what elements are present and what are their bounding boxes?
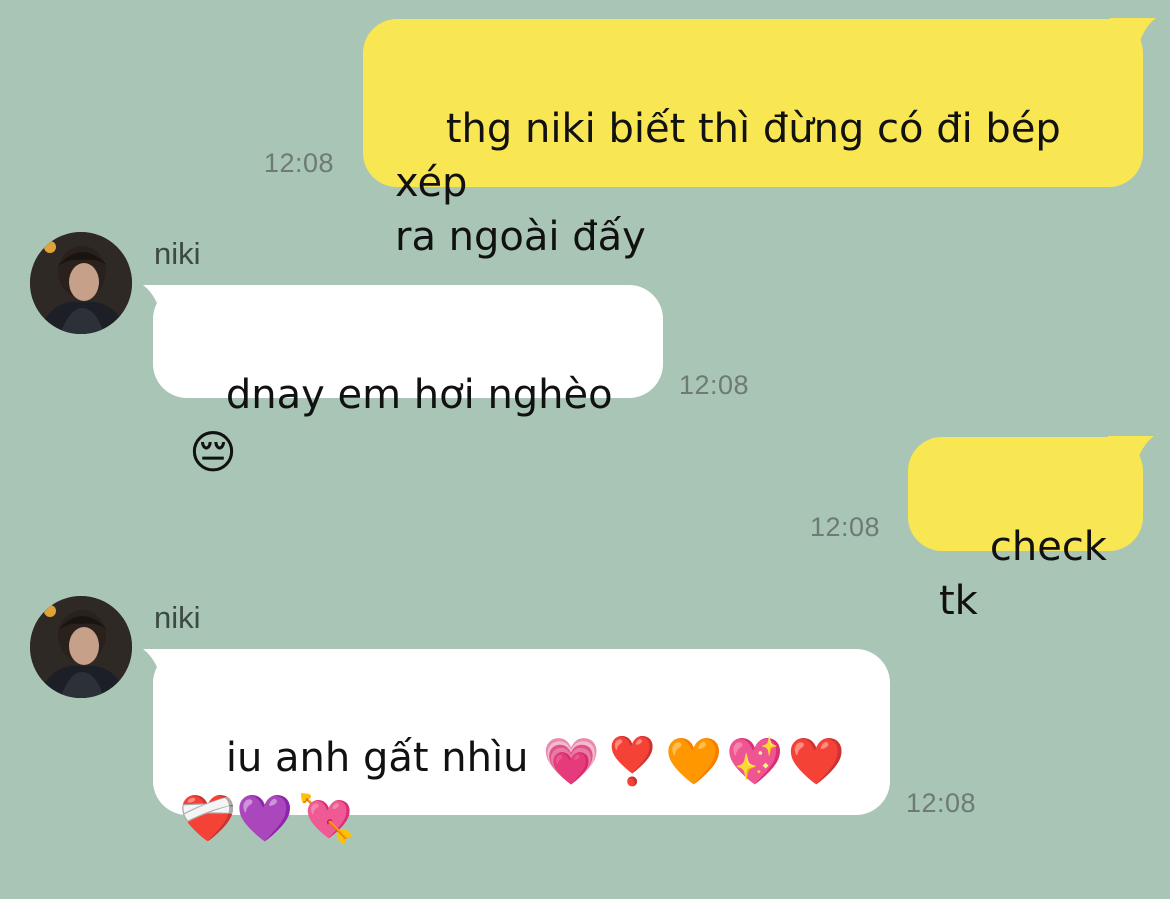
growing-heart-emoji: 💗 bbox=[542, 734, 600, 788]
message-timestamp: 12:08 bbox=[810, 512, 881, 542]
message-bubble[interactable]: dnay em hơi nghèo 😔 bbox=[153, 285, 663, 479]
message-timestamp: 12:08 bbox=[679, 370, 750, 400]
message-timestamp: 12:08 bbox=[906, 788, 977, 818]
avatar-image bbox=[30, 232, 132, 334]
red-heart-emoji: ❤️ bbox=[787, 734, 845, 788]
message-bubble[interactable]: iu anh gất nhìu 💗❣️🧡💖❤️ ❤️‍🩹💜💘 bbox=[153, 649, 890, 845]
heart-exclamation-emoji: ❣️ bbox=[603, 734, 661, 788]
purple-heart-emoji: 💜 bbox=[236, 791, 294, 845]
bubble-tail bbox=[1110, 18, 1156, 58]
message-text: check tk bbox=[939, 524, 1120, 624]
pensive-face-emoji: 😔 bbox=[189, 425, 237, 479]
avatar[interactable] bbox=[30, 596, 132, 698]
bubble-tail bbox=[1108, 436, 1154, 476]
avatar[interactable] bbox=[30, 232, 132, 334]
message-text: dnay em hơi nghèo bbox=[225, 372, 613, 418]
mending-heart-emoji: ❤️‍🩹 bbox=[179, 791, 237, 845]
avatar-image bbox=[30, 596, 132, 698]
message-text: thg niki biết thì đừng có đi bép xép ra … bbox=[395, 106, 1061, 260]
sender-name: niki bbox=[154, 600, 201, 635]
sparkling-heart-emoji: 💖 bbox=[726, 734, 784, 788]
heart-with-arrow-emoji: 💘 bbox=[297, 791, 355, 845]
sender-name: niki bbox=[154, 236, 201, 271]
message-bubble[interactable]: thg niki biết thì đừng có đi bép xép ra … bbox=[363, 19, 1143, 260]
message-timestamp: 12:08 bbox=[264, 148, 335, 178]
message-text: iu anh gất nhìu bbox=[225, 735, 529, 781]
orange-heart-emoji: 🧡 bbox=[665, 734, 723, 788]
